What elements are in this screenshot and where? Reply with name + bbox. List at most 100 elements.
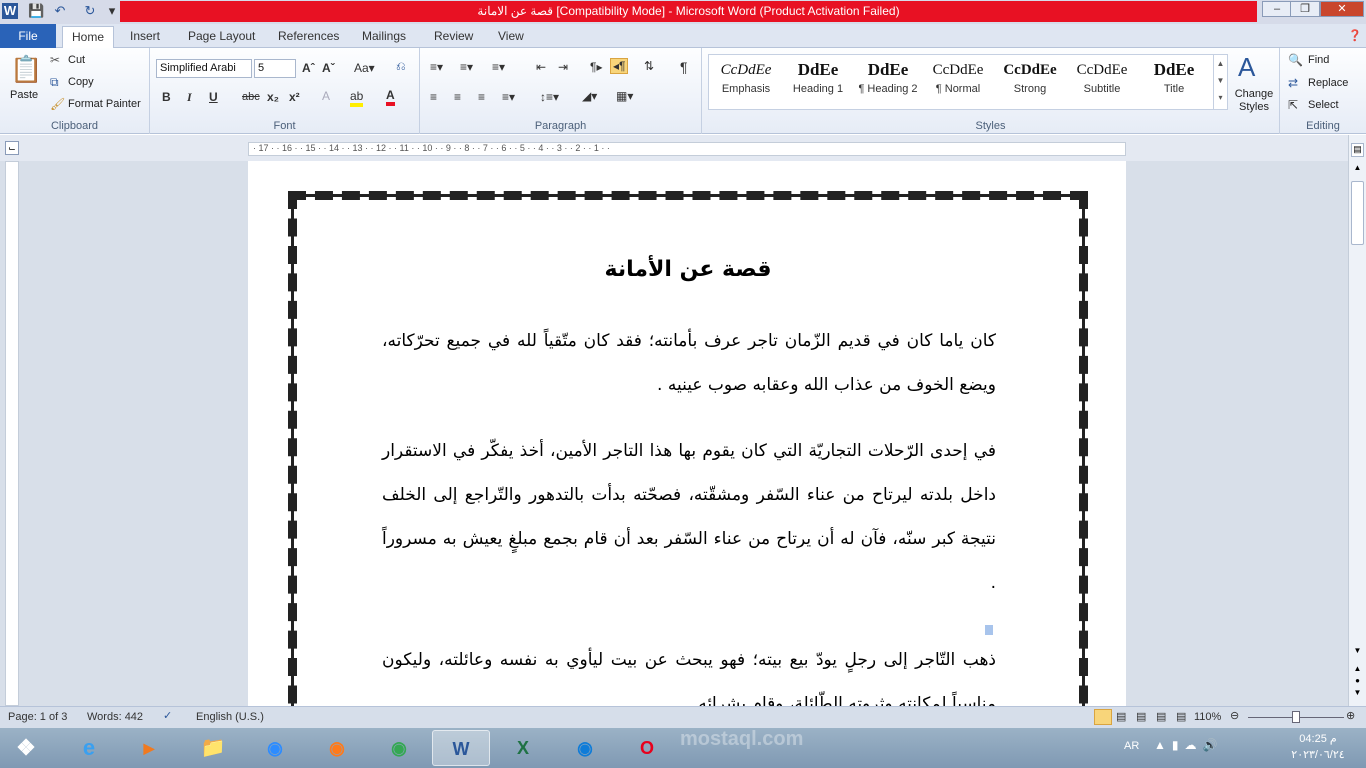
next-page-icon[interactable]: ▼ — [1351, 688, 1364, 700]
font-size-combo[interactable]: 5 — [254, 59, 296, 78]
zoom-slider-thumb[interactable] — [1292, 711, 1300, 723]
style-heading-1[interactable]: DdEe Heading 1 — [783, 57, 853, 109]
undo-icon[interactable]: ↶ — [52, 3, 68, 19]
browse-object-icon[interactable]: ● — [1351, 676, 1364, 688]
copy-button[interactable]: Copy — [68, 76, 94, 88]
find-button[interactable]: Find — [1308, 54, 1329, 66]
sort-icon[interactable]: ⇅ — [644, 59, 654, 73]
media-player-icon[interactable]: ▶ — [120, 730, 178, 766]
style-emphasis[interactable]: CcDdEe Emphasis — [711, 57, 781, 109]
tab-references[interactable]: References — [278, 26, 339, 48]
input-language[interactable]: AR — [1124, 740, 1139, 752]
style-subtitle[interactable]: CcDdEe Subtitle — [1067, 57, 1137, 109]
grow-font-icon[interactable]: Aˆ — [302, 61, 315, 75]
tab-selector-icon[interactable]: ⌙ — [5, 141, 19, 155]
scroll-down-icon[interactable]: ▼ — [1351, 646, 1364, 660]
vertical-ruler[interactable] — [5, 161, 19, 706]
clear-formatting-icon[interactable]: ⎌ — [396, 59, 406, 74]
italic-icon[interactable]: I — [187, 90, 192, 105]
edge-icon[interactable]: ◉ — [556, 730, 614, 766]
excel-taskbar-icon[interactable]: X — [494, 730, 552, 766]
line-spacing-icon[interactable]: ↕≡▾ — [540, 90, 559, 104]
multilevel-list-icon[interactable]: ≡▾ — [492, 60, 505, 74]
scrollbar-thumb[interactable] — [1351, 181, 1364, 245]
shading-icon[interactable]: ◢▾ — [582, 89, 597, 103]
bold-icon[interactable]: B — [162, 90, 171, 104]
paste-icon[interactable]: 📋 — [10, 54, 42, 85]
scroll-up-icon[interactable]: ▲ — [1351, 163, 1364, 177]
increase-indent-icon[interactable]: ⇥ — [558, 60, 568, 74]
horizontal-ruler[interactable]: · 17 · · 16 · · 15 · · 14 · · 13 · · 12 … — [248, 142, 1126, 156]
firefox-icon[interactable]: ◉ — [308, 730, 366, 766]
style-strong[interactable]: CcDdEe Strong — [995, 57, 1065, 109]
vertical-scrollbar[interactable]: ▤ ▲ ▼ ▲ ● ▼ — [1348, 135, 1366, 706]
proofing-icon[interactable]: ✓ — [163, 709, 172, 722]
superscript-icon[interactable]: x² — [289, 90, 300, 104]
tab-file[interactable]: File — [0, 24, 56, 48]
style-normal[interactable]: CcDdEe ¶ Normal — [923, 57, 993, 109]
align-right-icon[interactable]: ≡ — [478, 90, 485, 104]
styles-scroll[interactable]: ▲ ▼ ▾ — [1213, 55, 1227, 109]
zoom-in-icon[interactable]: ⊕ — [1346, 709, 1355, 722]
decrease-indent-icon[interactable]: ⇤ — [536, 60, 546, 74]
zoom-level[interactable]: 110% — [1194, 711, 1221, 723]
internet-explorer-icon[interactable]: e — [60, 730, 118, 766]
zoom-out-icon[interactable]: ⊖ — [1230, 709, 1239, 722]
redo-icon[interactable]: ↻ — [82, 3, 98, 19]
replace-button[interactable]: Replace — [1308, 77, 1348, 89]
format-painter-button[interactable]: Format Painter — [68, 98, 141, 110]
page-count[interactable]: Page: 1 of 3 — [8, 711, 67, 723]
rtl-direction-icon[interactable]: ◂¶ — [610, 58, 629, 74]
change-styles-button[interactable]: Change Styles — [1234, 88, 1274, 114]
word-taskbar-icon[interactable]: W — [432, 730, 490, 766]
tab-home[interactable]: Home — [62, 26, 114, 48]
font-name-combo[interactable]: Simplified Arabi — [156, 59, 252, 78]
strikethrough-icon[interactable]: abc — [242, 91, 260, 103]
full-screen-reading-icon[interactable]: ▤ — [1116, 710, 1126, 723]
style-heading-2[interactable]: DdEe ¶ Heading 2 — [853, 57, 923, 109]
outline-icon[interactable]: ▤ — [1156, 710, 1166, 723]
zoom-app-icon[interactable]: ◉ — [246, 730, 304, 766]
clock-date[interactable]: ٢٠٢٣/٠٦/٢٤ — [1278, 748, 1358, 761]
previous-page-icon[interactable]: ▲ — [1351, 664, 1364, 676]
document-page[interactable]: قصة عن الأمانة كان ياما كان في قديم الزّ… — [248, 161, 1126, 731]
help-icon[interactable]: ❓ — [1348, 26, 1362, 48]
minimize-button[interactable]: – — [1262, 1, 1292, 17]
opera-icon[interactable]: O — [618, 730, 676, 766]
close-button[interactable]: ✕ — [1320, 1, 1364, 17]
tab-view[interactable]: View — [498, 26, 524, 48]
text-effects-icon[interactable]: A — [322, 89, 330, 103]
save-icon[interactable]: 💾 — [28, 3, 44, 19]
draft-icon[interactable]: ▤ — [1176, 710, 1186, 723]
align-center-icon[interactable]: ≡ — [454, 90, 461, 104]
justify-icon[interactable]: ≡▾ — [502, 90, 515, 104]
borders-icon[interactable]: ▦▾ — [616, 89, 633, 103]
tab-review[interactable]: Review — [434, 26, 473, 48]
ruler-toggle-icon[interactable]: ▤ — [1351, 143, 1364, 157]
tray-icons[interactable]: ▲▮☁🔊 — [1154, 738, 1223, 752]
shrink-font-icon[interactable]: Aˇ — [322, 61, 335, 75]
change-case-icon[interactable]: Aa▾ — [354, 61, 375, 75]
chrome-icon[interactable]: ◉ — [370, 730, 428, 766]
tab-insert[interactable]: Insert — [130, 26, 160, 48]
cut-button[interactable]: Cut — [68, 54, 85, 66]
subscript-icon[interactable]: x₂ — [267, 90, 279, 104]
word-count[interactable]: Words: 442 — [87, 711, 143, 723]
select-button[interactable]: Select — [1308, 99, 1339, 111]
paste-button[interactable]: Paste — [10, 89, 38, 101]
customize-quick-access-icon[interactable]: ▾ — [104, 3, 120, 19]
start-button[interactable]: ❖ — [0, 730, 52, 766]
bullets-icon[interactable]: ≡▾ — [430, 60, 443, 74]
ltr-direction-icon[interactable]: ¶▸ — [590, 60, 602, 74]
file-explorer-icon[interactable]: 📁 — [184, 730, 242, 766]
highlight-icon[interactable]: ab — [350, 89, 364, 107]
numbering-icon[interactable]: ≡▾ — [460, 60, 473, 74]
font-color-icon[interactable]: A — [386, 88, 395, 106]
show-hide-marks-icon[interactable]: ¶ — [680, 59, 688, 75]
clock-time[interactable]: 04:25 م — [1278, 732, 1358, 745]
print-layout-icon[interactable] — [1094, 709, 1112, 725]
language[interactable]: English (U.S.) — [196, 711, 264, 723]
tab-page-layout[interactable]: Page Layout — [188, 26, 255, 48]
word-app-icon[interactable]: W — [2, 3, 18, 19]
align-left-icon[interactable]: ≡ — [430, 90, 437, 104]
